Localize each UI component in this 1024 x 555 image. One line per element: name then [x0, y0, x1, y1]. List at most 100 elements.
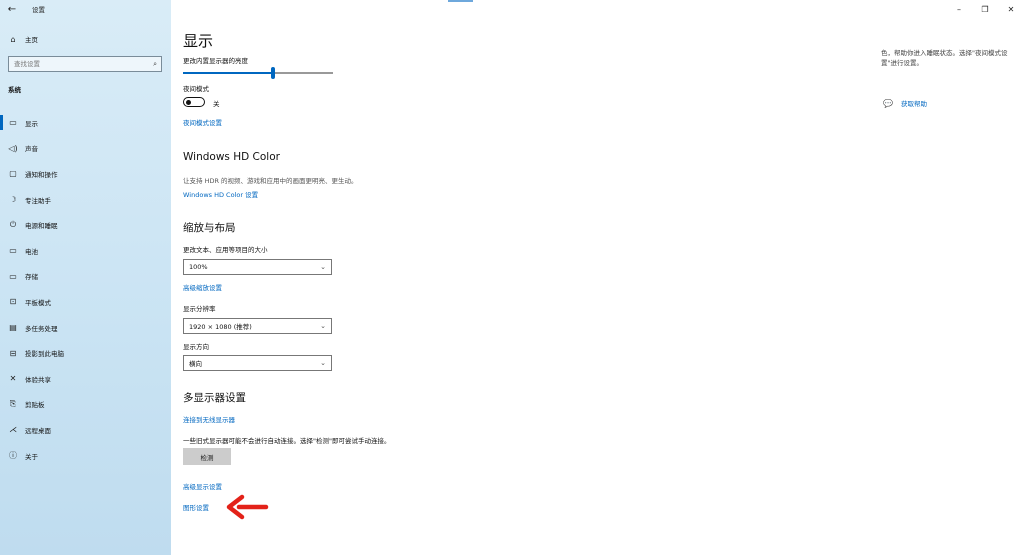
sidebar-nav-list: ▭ 显示 ◁) 声音 ▢ 通知和操作 ☽ 专注助手 ⏻ 电源和睡眠 ▭ 电池 ▭ 存储 ⊡ 平板模式 ▤ 多任务处…: [0, 110, 171, 468]
help-chat-icon: 💬: [883, 98, 893, 108]
project-icon: ⊟: [9, 348, 17, 358]
page-title: 显示: [183, 32, 214, 50]
related-description: 色，帮助你进入睡眠状态。选择"夜间模式设置"进行设置。: [881, 49, 1008, 67]
sidebar-item[interactable]: ✕ 体验共享: [0, 366, 171, 392]
sidebar: ← 设置 ⌂ 主页 ⌕ 系统 ▭显示◁)声音▢通知和操作☽专注助手⏻电源和睡眠▭…: [0, 0, 171, 555]
window-controls: – ❐ ✕: [946, 0, 1024, 18]
sidebar-item[interactable]: ⓘ 关于: [0, 443, 171, 469]
hdr-description: 让支持 HDR 的视频、游戏和应用中的画面更明亮、更生动。: [183, 177, 358, 185]
chevron-down-icon: ⌄: [320, 263, 326, 271]
restore-icon: ❐: [981, 4, 989, 14]
search-icon[interactable]: ⌕: [153, 60, 157, 69]
orientation-dropdown[interactable]: 横向 ⌄: [183, 355, 332, 371]
back-button[interactable]: ←: [0, 0, 24, 18]
moon-icon: ☽: [9, 195, 17, 205]
night-light-toggle[interactable]: [183, 97, 205, 107]
scale-label: 更改文本、应用等项目的大小: [183, 246, 268, 254]
app-title: 设置: [32, 6, 45, 14]
storage-icon: ▭: [9, 271, 17, 281]
resolution-dropdown[interactable]: 1920 × 1080 (推荐) ⌄: [183, 318, 332, 334]
main-content: 显示 更改内置显示器的亮度 夜间模式 关 夜间模式设置 Windows HD C…: [171, 0, 1024, 555]
scroll-indicator: [448, 0, 473, 2]
scale-dropdown[interactable]: 100% ⌄: [183, 259, 332, 275]
sidebar-item[interactable]: ⎘ 剪贴板: [0, 392, 171, 418]
sidebar-item[interactable]: ⊡ 平板模式: [0, 289, 171, 315]
speaker-icon: ◁): [8, 143, 18, 153]
power-icon: ⏻: [9, 220, 17, 230]
info-icon: ⓘ: [9, 451, 17, 461]
sidebar-item[interactable]: ▭ 存储: [0, 264, 171, 290]
monitor-icon: ▭: [9, 118, 17, 128]
toggle-knob: [186, 99, 191, 105]
sidebar-section-heading: 系统: [8, 86, 21, 94]
sidebar-item[interactable]: ⏻ 电源和睡眠: [0, 212, 171, 238]
remote-icon: ⋌: [9, 425, 17, 435]
close-icon: ✕: [1007, 4, 1015, 14]
hdr-heading: Windows HD Color: [183, 151, 280, 163]
minimize-icon: –: [957, 4, 961, 14]
title-bar: ← 设置: [0, 0, 171, 18]
sidebar-item[interactable]: ☽ 专注助手: [0, 187, 171, 213]
battery-icon: ▭: [9, 246, 17, 256]
brightness-slider-thumb[interactable]: [271, 67, 275, 79]
brightness-label: 更改内置显示器的亮度: [183, 57, 248, 65]
sidebar-item-label: 剪贴板: [25, 401, 45, 410]
sidebar-item-label: 多任务处理: [25, 324, 58, 333]
notification-icon: ▢: [9, 169, 17, 179]
sidebar-item[interactable]: ▤ 多任务处理: [0, 315, 171, 341]
get-help-link[interactable]: 获取帮助: [901, 98, 927, 108]
tablet-icon: ⊡: [9, 297, 17, 307]
detect-description: 一些旧式显示器可能不会进行自动连接。选择"检测"即可尝试手动连接。: [183, 437, 391, 445]
sidebar-item-label: 通知和操作: [25, 170, 58, 179]
sidebar-item-label: 远程桌面: [25, 426, 51, 435]
sidebar-item[interactable]: ▢ 通知和操作: [0, 161, 171, 187]
sidebar-item-label: 专注助手: [25, 196, 51, 205]
back-arrow-icon: ←: [7, 3, 17, 15]
night-light-state: 关: [213, 100, 220, 108]
settings-window: ← 设置 ⌂ 主页 ⌕ 系统 ▭显示◁)声音▢通知和操作☽专注助手⏻电源和睡眠▭…: [0, 0, 1024, 555]
restore-button[interactable]: ❐: [972, 0, 998, 18]
sidebar-item-label: 显示: [25, 119, 38, 128]
sidebar-item[interactable]: ⋌ 远程桌面: [0, 417, 171, 443]
home-label: 主页: [25, 36, 38, 44]
annotation-arrow: [226, 494, 269, 520]
scale-heading: 缩放与布局: [183, 222, 236, 234]
sidebar-item-label: 投影到此电脑: [25, 350, 64, 359]
sidebar-item[interactable]: ⊟ 投影到此电脑: [0, 340, 171, 366]
sidebar-item-label: 平板模式: [25, 298, 51, 307]
sidebar-item-label: 存储: [25, 273, 38, 282]
graphics-settings-link[interactable]: 图形设置: [183, 502, 209, 512]
advanced-display-link[interactable]: 高级显示设置: [183, 481, 222, 491]
detect-button[interactable]: 检测: [183, 448, 231, 465]
sidebar-item-label: 声音: [25, 145, 38, 154]
brightness-slider[interactable]: [183, 67, 333, 79]
night-light-settings-link[interactable]: 夜间模式设置: [183, 117, 222, 127]
hdr-settings-link[interactable]: Windows HD Color 设置: [183, 189, 258, 199]
close-button[interactable]: ✕: [998, 0, 1024, 18]
brightness-slider-fill: [183, 72, 273, 74]
scale-value: 100%: [189, 263, 208, 271]
sidebar-item[interactable]: ▭ 电池: [0, 238, 171, 264]
clipboard-icon: ⎘: [9, 399, 17, 409]
minimize-button[interactable]: –: [946, 0, 972, 18]
sidebar-item-label: 电源和睡眠: [25, 222, 58, 231]
wireless-display-link[interactable]: 连接到无线显示器: [183, 414, 235, 424]
resolution-value: 1920 × 1080 (推荐): [189, 323, 252, 331]
home-nav-item[interactable]: ⌂ 主页: [0, 30, 171, 48]
night-light-label: 夜间模式: [183, 85, 209, 93]
search-box[interactable]: ⌕: [8, 56, 162, 72]
sidebar-item-label: 电池: [25, 247, 38, 256]
home-icon: ⌂: [10, 34, 16, 44]
chevron-down-icon: ⌄: [320, 322, 326, 330]
share-icon: ✕: [9, 374, 17, 384]
orientation-label: 显示方向: [183, 343, 209, 351]
advanced-scaling-link[interactable]: 高级缩放设置: [183, 282, 222, 292]
sidebar-item[interactable]: ◁) 声音: [0, 136, 171, 162]
resolution-label: 显示分辨率: [183, 305, 216, 313]
sidebar-item[interactable]: ▭ 显示: [0, 110, 171, 136]
multitask-icon: ▤: [9, 323, 17, 333]
search-input[interactable]: [12, 59, 146, 69]
multi-display-heading: 多显示器设置: [183, 392, 246, 404]
get-help[interactable]: 💬 获取帮助: [883, 98, 927, 109]
chevron-down-icon: ⌄: [320, 359, 326, 367]
